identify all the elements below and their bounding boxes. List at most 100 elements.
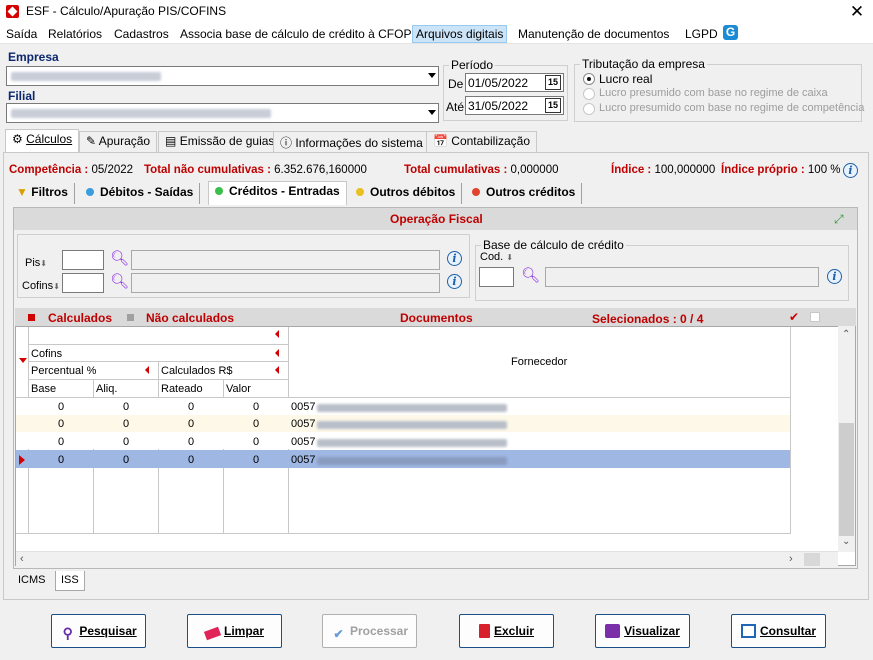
info-icon[interactable]: i bbox=[447, 274, 462, 289]
base-description-field bbox=[545, 267, 819, 287]
consultar-label: Consultar bbox=[759, 624, 816, 638]
fornecedor-name-redacted bbox=[317, 457, 507, 465]
menu-cadastros[interactable]: Cadastros bbox=[114, 27, 169, 41]
info-icon[interactable]: i bbox=[843, 163, 858, 178]
gear-icon: ⚙ bbox=[12, 132, 23, 146]
subtab-debitos-saidas[interactable]: Débitos - Saídas bbox=[80, 183, 201, 204]
calendar-icon[interactable]: 15 bbox=[545, 98, 561, 113]
subtab-outros-debitos[interactable]: Outros débitos bbox=[350, 183, 463, 204]
close-icon[interactable]: ✕ bbox=[845, 0, 869, 24]
subtab-debitos-label: Débitos - Saídas bbox=[100, 185, 194, 199]
processar-label: Processar bbox=[349, 624, 409, 638]
total-cumulativas: Total cumulativas : 0,000000 bbox=[404, 164, 558, 176]
subtab-creditos-entradas[interactable]: Créditos - Entradas bbox=[208, 181, 347, 205]
ate-label: Até bbox=[446, 100, 465, 114]
cofins-code-field[interactable] bbox=[62, 273, 104, 293]
radio-lucro-real[interactable] bbox=[583, 73, 595, 85]
col-calculados[interactable]: Calculados R$ bbox=[161, 365, 233, 377]
col-aliq[interactable]: Aliq. bbox=[96, 383, 117, 395]
cofins-description-field bbox=[131, 273, 440, 293]
filial-value-redacted bbox=[11, 109, 271, 118]
subtab-filtros[interactable]: ▼ Filtros bbox=[10, 183, 75, 204]
date-to-value: 31/05/2022 bbox=[468, 99, 529, 113]
search-icon[interactable]: 🔍︎ bbox=[110, 251, 129, 267]
limpar-button[interactable]: Limpar bbox=[187, 614, 282, 648]
visualizar-button[interactable]: Visualizar bbox=[595, 614, 690, 648]
presumido-caixa-label: Lucro presumido com base no regime de ca… bbox=[599, 87, 828, 99]
chevron-down-icon[interactable]: ⌄ bbox=[842, 536, 850, 547]
collapse-icon[interactable] bbox=[145, 366, 149, 374]
fornecedor-name-redacted bbox=[317, 421, 507, 429]
empresa-value-redacted bbox=[11, 72, 161, 81]
col-base[interactable]: Base bbox=[31, 383, 56, 395]
tab-informacoes-label: Informações do sistema bbox=[295, 136, 423, 150]
chevron-up-icon[interactable]: ⌃ bbox=[842, 329, 850, 340]
cell-base: 0 bbox=[58, 454, 65, 466]
search-icon[interactable]: 🔍︎ bbox=[110, 274, 129, 290]
cell-valor: 0 bbox=[253, 436, 260, 448]
lucro-real-label: Lucro real bbox=[599, 72, 653, 86]
table-icon bbox=[740, 624, 756, 638]
calendar-icon[interactable]: 15 bbox=[545, 75, 561, 90]
fornecedor-name-redacted bbox=[317, 439, 507, 447]
tab-informacoes[interactable]: ⓘ Informações do sistema bbox=[273, 131, 430, 152]
filial-combo[interactable] bbox=[6, 103, 439, 123]
consultar-button[interactable]: Consultar bbox=[731, 614, 826, 648]
info-icon[interactable]: i bbox=[827, 269, 842, 284]
chevron-down-icon[interactable] bbox=[428, 73, 436, 78]
total-nao-cumulativas: Total não cumulativas : 6.352.676,160000 bbox=[144, 164, 367, 176]
pesquisar-label: Pesquisar bbox=[79, 624, 137, 638]
menu-arquivos-digitais[interactable]: Arquivos digitais bbox=[412, 25, 508, 43]
base-cod-field[interactable] bbox=[479, 267, 514, 287]
cell-aliq: 0 bbox=[123, 401, 130, 413]
chevron-right-icon[interactable]: › bbox=[789, 553, 793, 565]
chevron-down-icon[interactable] bbox=[428, 110, 436, 115]
menu-lgpd[interactable]: LGPD bbox=[685, 27, 718, 41]
pesquisar-button[interactable]: ⚲ Pesquisar bbox=[51, 614, 146, 648]
menu-associa-base[interactable]: Associa base de cálculo de crédito à CFO… bbox=[180, 27, 411, 41]
sort-down-icon: ⬇ bbox=[506, 253, 514, 262]
empresa-combo[interactable] bbox=[6, 66, 439, 86]
uncheck-all-icon[interactable] bbox=[810, 312, 820, 322]
menu-manutencao-documentos[interactable]: Manutenção de documentos bbox=[518, 27, 669, 41]
cod-label: Cod. ⬇ bbox=[480, 251, 513, 263]
col-fornecedor[interactable]: Fornecedor bbox=[511, 356, 567, 368]
collapse-icon[interactable] bbox=[275, 330, 279, 338]
col-percentual[interactable]: Percentual % bbox=[31, 365, 96, 377]
search-icon[interactable]: 🔍︎ bbox=[521, 268, 540, 284]
tab-apuracao[interactable]: ✎ Apuração bbox=[79, 131, 158, 152]
red-dot-icon bbox=[472, 188, 480, 196]
col-cofins[interactable]: Cofins bbox=[31, 348, 62, 360]
chevron-left-icon[interactable]: ‹ bbox=[20, 553, 24, 565]
tab-contabilizacao[interactable]: 📅 Contabilização bbox=[426, 131, 538, 152]
info-icon[interactable]: i bbox=[447, 251, 462, 266]
horizontal-scrollbar[interactable] bbox=[16, 551, 838, 567]
cell-fornecedor: 0057 bbox=[291, 454, 316, 466]
tab-iss[interactable]: ISS bbox=[55, 571, 85, 591]
expand-icon[interactable]: ⤢ bbox=[834, 212, 850, 226]
radio-presumido-competencia bbox=[583, 103, 595, 115]
lgpd-icon[interactable]: G bbox=[723, 25, 738, 40]
collapse-icon[interactable] bbox=[275, 349, 279, 357]
excluir-button[interactable]: Excluir bbox=[459, 614, 554, 648]
sort-down-icon: ⬇ bbox=[40, 259, 47, 268]
menu-relatorios[interactable]: Relatórios bbox=[48, 27, 102, 41]
tab-icms[interactable]: ICMS bbox=[13, 571, 51, 590]
calendar-icon: 📅 bbox=[433, 134, 448, 148]
col-valor[interactable]: Valor bbox=[226, 383, 251, 395]
col-rateado[interactable]: Rateado bbox=[161, 383, 203, 395]
filial-label: Filial bbox=[8, 89, 36, 103]
check-all-icon[interactable]: ✔ bbox=[789, 310, 799, 324]
pis-code-field[interactable] bbox=[62, 250, 104, 270]
cell-aliq: 0 bbox=[123, 454, 130, 466]
de-label: De bbox=[448, 77, 464, 91]
tab-emissao-guias[interactable]: ▤ Emissão de guias bbox=[158, 131, 282, 152]
subtab-outros-creditos[interactable]: Outros créditos bbox=[466, 183, 583, 204]
collapse-icon[interactable] bbox=[275, 366, 279, 374]
pis-label-text: Pis bbox=[25, 257, 41, 269]
tab-calculos[interactable]: ⚙ Cálculos bbox=[5, 129, 80, 153]
vertical-scroll-thumb[interactable] bbox=[839, 423, 854, 536]
info-icon: ⓘ bbox=[280, 136, 293, 150]
menu-saida[interactable]: Saída bbox=[6, 27, 37, 41]
expand-down-icon[interactable] bbox=[19, 358, 27, 363]
